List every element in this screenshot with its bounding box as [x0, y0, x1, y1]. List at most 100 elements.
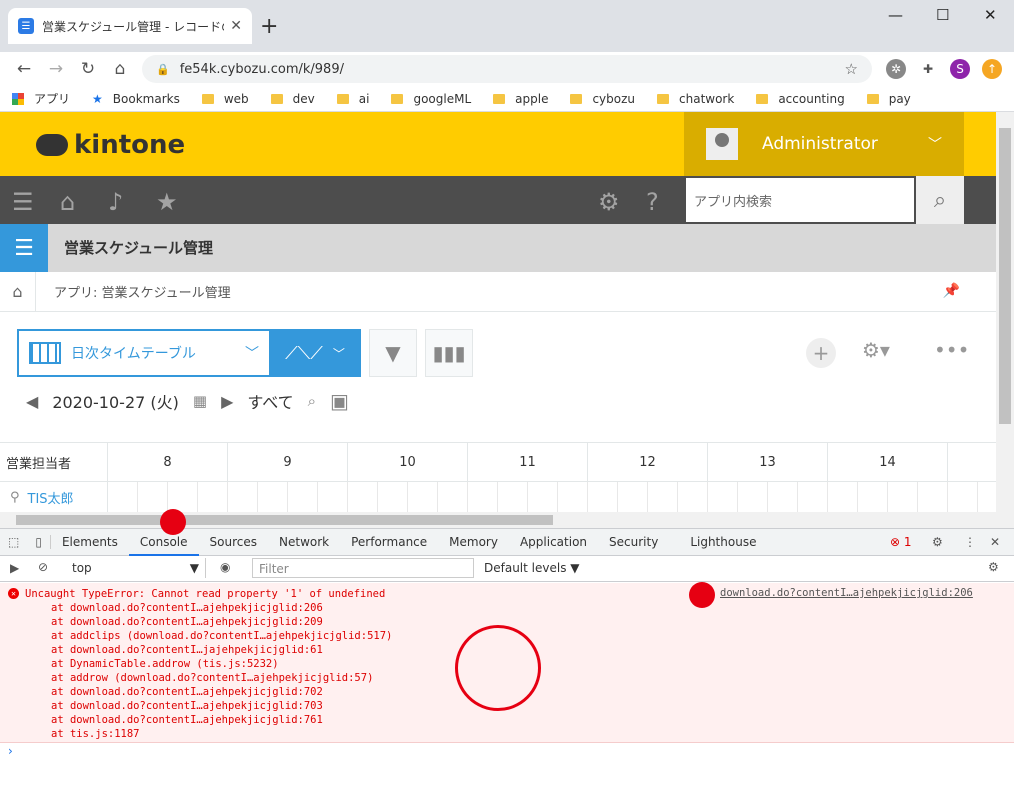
horizontal-scrollbar[interactable]: [0, 512, 996, 528]
tab-console[interactable]: Console: [128, 528, 199, 556]
more-options-icon[interactable]: ⋮: [964, 535, 976, 549]
bookmark-folder[interactable]: chatwork: [657, 92, 734, 106]
chevron-down-icon: ﹀: [928, 137, 942, 153]
breadcrumb-home-icon[interactable]: ⌂: [0, 271, 36, 312]
calendar-icon[interactable]: ▦: [193, 392, 207, 410]
bell-icon[interactable]: ♪: [108, 188, 123, 216]
stack-frame[interactable]: at tis.js:1187: [25, 727, 1014, 741]
add-record-button[interactable]: +: [806, 338, 836, 368]
inspect-icon[interactable]: ⬚: [0, 535, 27, 549]
view-selector[interactable]: 日次タイムテーブル ﹀: [17, 329, 269, 377]
next-day-icon[interactable]: ▶: [221, 392, 233, 411]
console-settings-icon[interactable]: ⚙: [988, 560, 999, 574]
stack-frame[interactable]: at download.do?contentI…ajehpekjicjglid:…: [25, 601, 1014, 615]
error-icon: ✕: [8, 588, 19, 599]
tab-elements[interactable]: Elements: [51, 528, 129, 556]
graph-button[interactable]: ⟋⟍⟋ ﹀: [269, 329, 361, 377]
close-devtools-icon[interactable]: ✕: [990, 535, 1000, 549]
browser-tab[interactable]: ☰ 営業スケジュール管理 - レコードの一覧 ✕: [8, 8, 252, 44]
back-button[interactable]: ←: [8, 59, 40, 79]
reload-button[interactable]: ↻: [72, 59, 104, 79]
bookmark-folder[interactable]: googleML: [391, 92, 471, 106]
error-count-badge[interactable]: ⊗ 1: [890, 535, 912, 549]
settings-gear-icon[interactable]: ⚙: [598, 188, 620, 216]
help-icon[interactable]: ?: [646, 188, 659, 216]
chart-button[interactable]: ▮▮▮: [425, 329, 473, 377]
bookmark-apps[interactable]: アプリ: [12, 90, 70, 107]
app-search-input[interactable]: アプリ内検索: [684, 176, 916, 224]
extension-gear-icon[interactable]: ✲: [886, 59, 906, 79]
tab-sources[interactable]: Sources: [199, 528, 268, 556]
folder-icon: [657, 93, 670, 104]
folder-icon: [756, 93, 769, 104]
filter-input[interactable]: Filter: [252, 558, 474, 578]
bookmark-bookmarks[interactable]: ★ Bookmarks: [92, 92, 180, 106]
stack-frame[interactable]: at download.do?contentI…ajehpekjicjglid:…: [25, 615, 1014, 629]
bookmark-folder[interactable]: pay: [866, 92, 911, 106]
filter-button[interactable]: ▼: [369, 329, 417, 377]
stack-frame[interactable]: at download.do?contentI…ajehpekjicjglid:…: [25, 713, 1014, 727]
user-menu[interactable]: Administrator ﹀: [684, 112, 964, 176]
console-filter-bar: ▶ ⊘ top ▼ ◉ Filter Default levels ▼ ⚙: [0, 556, 1014, 582]
search-icon[interactable]: ⌕: [308, 392, 316, 410]
hour-header: 9: [228, 443, 348, 481]
sidebar-toggle-icon[interactable]: ▶: [10, 561, 19, 575]
forward-button[interactable]: →: [40, 59, 72, 79]
prev-day-icon[interactable]: ◀: [26, 392, 38, 411]
favorites-star-icon[interactable]: ★: [156, 188, 178, 216]
window-close-button[interactable]: ✕: [984, 6, 997, 24]
update-icon[interactable]: ↑: [982, 59, 1002, 79]
vertical-scrollbar[interactable]: [996, 112, 1014, 528]
error-source-link[interactable]: download.do?contentI…ajehpekjicjglid:206: [720, 587, 973, 599]
breadcrumb-app-link[interactable]: アプリ: 営業スケジュール管理: [54, 282, 231, 301]
kintone-logo[interactable]: kintone: [36, 130, 185, 160]
user-avatar: [706, 128, 738, 160]
chevron-down-icon: ﹀: [245, 346, 259, 362]
bookmark-folder[interactable]: apple: [493, 92, 548, 106]
close-icon[interactable]: ✕: [230, 18, 242, 34]
tab-lighthouse[interactable]: Lighthouse: [679, 528, 767, 556]
bookmark-folder[interactable]: dev: [270, 92, 315, 106]
menu-icon[interactable]: ☰: [12, 188, 34, 216]
tab-network[interactable]: Network: [268, 528, 340, 556]
new-tab-button[interactable]: +: [260, 14, 278, 39]
home-button[interactable]: ⌂: [104, 59, 136, 79]
tab-memory[interactable]: Memory: [438, 528, 509, 556]
bookmark-folder[interactable]: web: [201, 92, 249, 106]
home-icon[interactable]: ⌂: [60, 188, 75, 216]
profile-avatar[interactable]: S: [950, 59, 970, 79]
devtools-settings-icon[interactable]: ⚙: [932, 535, 943, 549]
console-prompt-icon[interactable]: ›: [8, 744, 13, 758]
eye-icon[interactable]: ◉: [220, 560, 230, 574]
clear-console-icon[interactable]: ⊘: [38, 560, 48, 574]
tab-application[interactable]: Application: [509, 528, 598, 556]
bookmark-folder[interactable]: ai: [336, 92, 369, 106]
extensions-puzzle-icon[interactable]: ✚: [918, 59, 938, 79]
device-toggle-icon[interactable]: ▯: [27, 535, 51, 549]
folder-icon: [570, 93, 583, 104]
settings-gear-icon[interactable]: ⚙▾: [862, 338, 890, 362]
scrollbar-thumb[interactable]: [999, 128, 1011, 424]
hour-header: 13: [708, 443, 828, 481]
hour-header: 11: [468, 443, 588, 481]
bookmark-star-icon[interactable]: ☆: [845, 60, 858, 78]
breadcrumb: ⌂ アプリ: 営業スケジュール管理 📌: [0, 271, 996, 312]
scrollbar-thumb[interactable]: [16, 515, 553, 525]
context-selector[interactable]: top ▼: [66, 558, 206, 578]
search-button[interactable]: ⌕: [916, 176, 964, 224]
bookmark-folder[interactable]: accounting: [756, 92, 845, 106]
more-options-icon[interactable]: •••: [934, 338, 969, 362]
tab-performance[interactable]: Performance: [340, 528, 438, 556]
address-bar[interactable]: 🔒 fe54k.cybozu.com/k/989/ ☆: [142, 55, 872, 83]
log-levels-dropdown[interactable]: Default levels ▼: [484, 561, 580, 575]
toolbox-icon[interactable]: ▣: [330, 389, 349, 413]
minimize-button[interactable]: —: [888, 6, 903, 24]
kintone-navbar: ☰ ⌂ ♪ ★ ⚙ ? アプリ内検索 ⌕: [0, 176, 996, 224]
pin-icon[interactable]: 📌: [943, 283, 960, 299]
star-icon: ★: [92, 91, 103, 106]
maximize-button[interactable]: ☐: [936, 6, 949, 24]
apps-grid-icon: [12, 92, 24, 105]
tab-security[interactable]: Security: [598, 528, 669, 556]
person-cell[interactable]: ⚲ TIS太郎: [0, 482, 108, 512]
bookmark-folder[interactable]: cybozu: [570, 92, 635, 106]
